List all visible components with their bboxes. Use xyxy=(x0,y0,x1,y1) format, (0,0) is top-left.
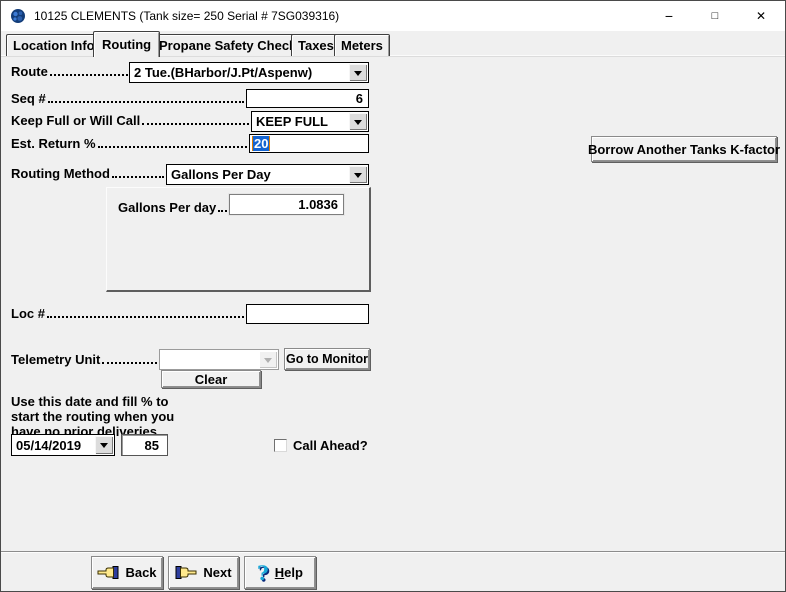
telemetry-dropdown-button[interactable] xyxy=(259,351,277,368)
tab-meters[interactable]: Meters xyxy=(334,34,390,56)
seq-label: Seq # xyxy=(11,91,46,106)
routing-method-combobox[interactable]: Gallons Per Day xyxy=(166,164,369,185)
start-routing-note: Use this date and fill % to start the ro… xyxy=(11,394,174,439)
telemetry-combobox[interactable] xyxy=(159,349,279,370)
close-button[interactable]: ✕ xyxy=(738,1,784,31)
tab-label: Taxes xyxy=(298,38,334,53)
routing-method-label: Routing Method xyxy=(11,166,110,181)
caption-buttons: − □ ✕ xyxy=(646,1,784,31)
keep-full-combobox[interactable]: KEEP FULL xyxy=(251,111,369,132)
minimize-button[interactable]: − xyxy=(646,1,692,31)
back-label: Back xyxy=(125,565,156,580)
dotted-leader xyxy=(47,316,244,318)
call-ahead-label: Call Ahead? xyxy=(293,438,368,453)
telemetry-label: Telemetry Unit xyxy=(11,352,100,367)
tab-label: Propane Safety Check xyxy=(159,38,296,53)
back-button[interactable]: Back xyxy=(91,556,163,589)
telemetry-value xyxy=(160,350,258,369)
tab-routing[interactable]: Routing xyxy=(93,31,160,57)
start-date-combobox[interactable]: 05/14/2019 xyxy=(11,434,115,456)
maximize-icon: □ xyxy=(712,10,719,22)
keep-full-dropdown-button[interactable] xyxy=(349,113,367,130)
borrow-k-factor-button[interactable]: Borrow Another Tanks K-factor xyxy=(591,136,777,162)
start-date-value: 05/14/2019 xyxy=(12,435,94,455)
back-hand-icon xyxy=(97,565,119,580)
keep-full-row: Keep Full or Will Call xyxy=(11,113,250,128)
minimize-icon: − xyxy=(665,8,673,24)
go-to-monitor-button[interactable]: Go to Monitor xyxy=(284,348,370,370)
seq-value: 6 xyxy=(356,91,363,106)
maximize-button[interactable]: □ xyxy=(692,1,738,31)
tab-location-info[interactable]: Location Info xyxy=(6,34,102,56)
note-line-1: Use this date and fill % to xyxy=(11,394,174,409)
close-icon: ✕ xyxy=(756,9,766,23)
route-row: Route xyxy=(11,64,129,79)
loc-label: Loc # xyxy=(11,306,45,321)
dotted-leader xyxy=(102,362,157,364)
dotted-leader xyxy=(98,146,247,148)
chevron-down-icon xyxy=(354,71,362,80)
est-return-label: Est. Return % xyxy=(11,136,96,151)
loc-row: Loc # xyxy=(11,306,245,321)
app-icon xyxy=(10,8,26,24)
route-dropdown-button[interactable] xyxy=(349,64,367,81)
tab-label: Routing xyxy=(102,37,151,52)
start-fill-input[interactable]: 85 xyxy=(121,434,168,456)
title-bar: 10125 CLEMENTS (Tank size= 250 Serial # … xyxy=(1,1,785,31)
borrow-k-factor-label: Borrow Another Tanks K-factor xyxy=(588,142,780,157)
chevron-down-icon xyxy=(354,120,362,129)
keep-full-label: Keep Full or Will Call xyxy=(11,113,140,128)
telemetry-row: Telemetry Unit xyxy=(11,352,158,367)
call-ahead-checkbox[interactable] xyxy=(274,439,287,452)
next-hand-icon xyxy=(175,565,197,580)
gallons-input[interactable]: 1.0836 xyxy=(229,194,344,215)
route-value: 2 Tue.(BHarbor/J.Pt/Aspenw) xyxy=(130,63,348,82)
app-window: 10125 CLEMENTS (Tank size= 250 Serial # … xyxy=(0,0,786,592)
go-to-monitor-label: Go to Monitor xyxy=(286,352,368,366)
route-combobox[interactable]: 2 Tue.(BHarbor/J.Pt/Aspenw) xyxy=(129,62,369,83)
gallons-row: Gallons Per day xyxy=(118,200,231,215)
help-label-rest: elp xyxy=(284,565,303,580)
seq-input[interactable]: 6 xyxy=(246,89,369,108)
tab-label: Location Info xyxy=(13,38,95,53)
start-date-dropdown-button[interactable] xyxy=(95,436,113,454)
next-label: Next xyxy=(203,565,231,580)
gallons-value: 1.0836 xyxy=(298,197,338,212)
gallons-label: Gallons Per day xyxy=(118,200,216,215)
gallons-per-day-panel: Gallons Per day 1.0836 xyxy=(106,187,371,292)
window-title: 10125 CLEMENTS (Tank size= 250 Serial # … xyxy=(34,9,339,23)
chevron-down-icon xyxy=(354,173,362,182)
clear-button[interactable]: Clear xyxy=(161,370,261,388)
help-label-underline: H xyxy=(275,565,284,580)
keep-full-value: KEEP FULL xyxy=(252,112,348,131)
chevron-down-icon xyxy=(264,358,272,367)
dotted-leader xyxy=(50,74,128,76)
est-return-value-selected: 20 xyxy=(252,136,270,151)
tab-label: Meters xyxy=(341,38,383,53)
start-fill-value: 85 xyxy=(145,438,159,453)
footer-separator xyxy=(1,551,785,553)
loc-input[interactable] xyxy=(246,304,369,324)
routing-method-row: Routing Method xyxy=(11,166,165,181)
help-button[interactable]: ? Help xyxy=(244,556,316,589)
routing-method-value: Gallons Per Day xyxy=(167,165,348,184)
route-label: Route xyxy=(11,64,48,79)
est-return-input[interactable]: 20 xyxy=(249,134,369,153)
routing-method-dropdown-button[interactable] xyxy=(349,166,367,183)
next-button[interactable]: Next xyxy=(168,556,239,589)
note-line-2: start the routing when you xyxy=(11,409,174,424)
help-label: Help xyxy=(275,565,303,580)
dotted-leader xyxy=(48,101,244,103)
dotted-leader xyxy=(142,123,249,125)
help-question-icon: ? xyxy=(257,563,269,583)
tab-propane-safety-check[interactable]: Propane Safety Check xyxy=(152,34,303,56)
seq-row: Seq # xyxy=(11,91,245,106)
clear-label: Clear xyxy=(195,372,228,387)
dotted-leader xyxy=(112,176,164,178)
est-return-row: Est. Return % xyxy=(11,136,248,151)
chevron-down-icon xyxy=(100,443,108,452)
